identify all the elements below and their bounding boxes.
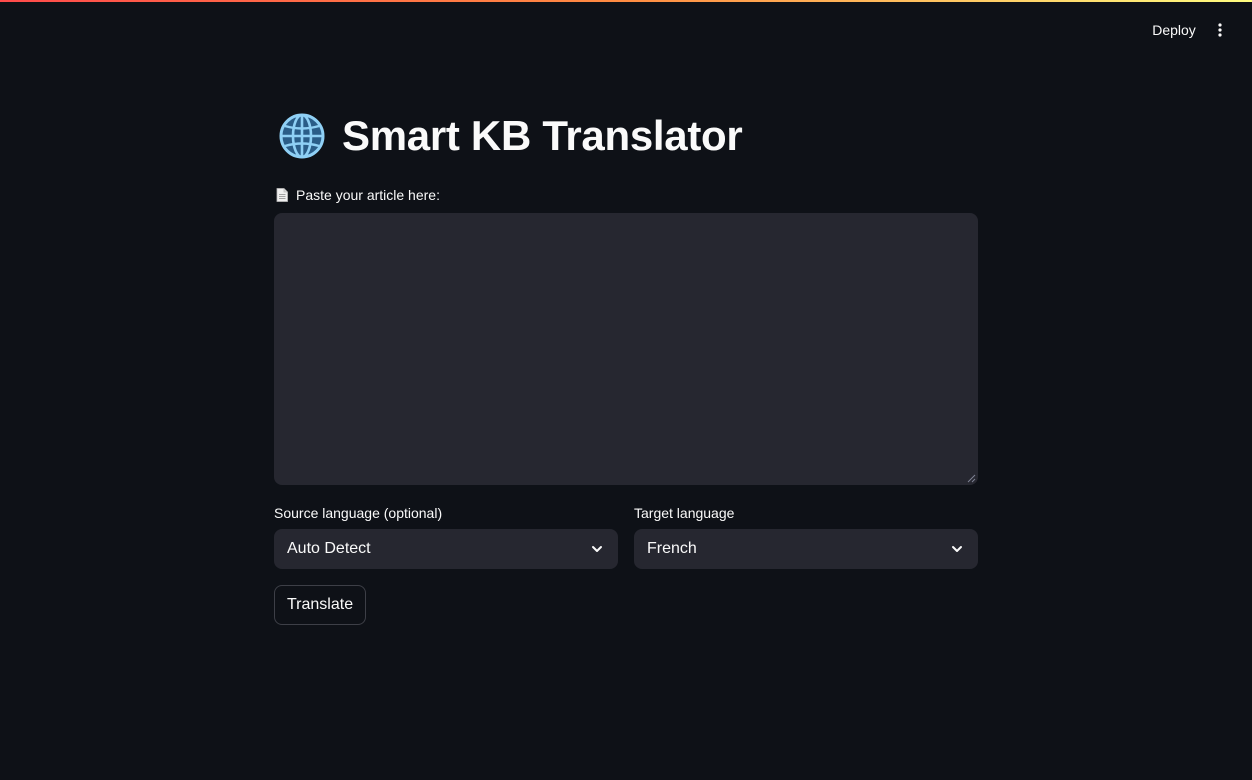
vertical-ellipsis-icon bbox=[1218, 23, 1222, 37]
target-language-group: Target language French bbox=[634, 504, 978, 569]
resize-grip-icon[interactable] bbox=[966, 473, 976, 483]
chevron-down-icon bbox=[592, 546, 602, 552]
target-language-value: French bbox=[647, 540, 697, 557]
translate-button[interactable]: Translate bbox=[274, 585, 367, 625]
article-textarea-container bbox=[274, 213, 978, 485]
target-language-label: Target language bbox=[634, 505, 735, 521]
article-label-text: Paste your article here: bbox=[296, 187, 440, 203]
app-header: Deploy bbox=[0, 0, 1252, 60]
source-language-label: Source language (optional) bbox=[274, 505, 443, 521]
document-icon bbox=[276, 188, 288, 202]
article-label: Paste your article here: bbox=[276, 187, 440, 203]
page-title-row: Smart KB Translator bbox=[278, 112, 743, 160]
page-title: Smart KB Translator bbox=[342, 112, 743, 159]
source-language-group: Source language (optional) Auto Detect bbox=[274, 504, 618, 569]
chevron-down-icon bbox=[952, 546, 962, 552]
article-textarea[interactable] bbox=[274, 213, 978, 485]
target-language-select[interactable]: French bbox=[634, 529, 978, 569]
deploy-button[interactable]: Deploy bbox=[1142, 17, 1206, 43]
source-language-select[interactable]: Auto Detect bbox=[274, 529, 618, 569]
main-menu-button[interactable] bbox=[1208, 17, 1232, 43]
globe-icon bbox=[279, 113, 325, 159]
source-language-value: Auto Detect bbox=[287, 540, 371, 557]
